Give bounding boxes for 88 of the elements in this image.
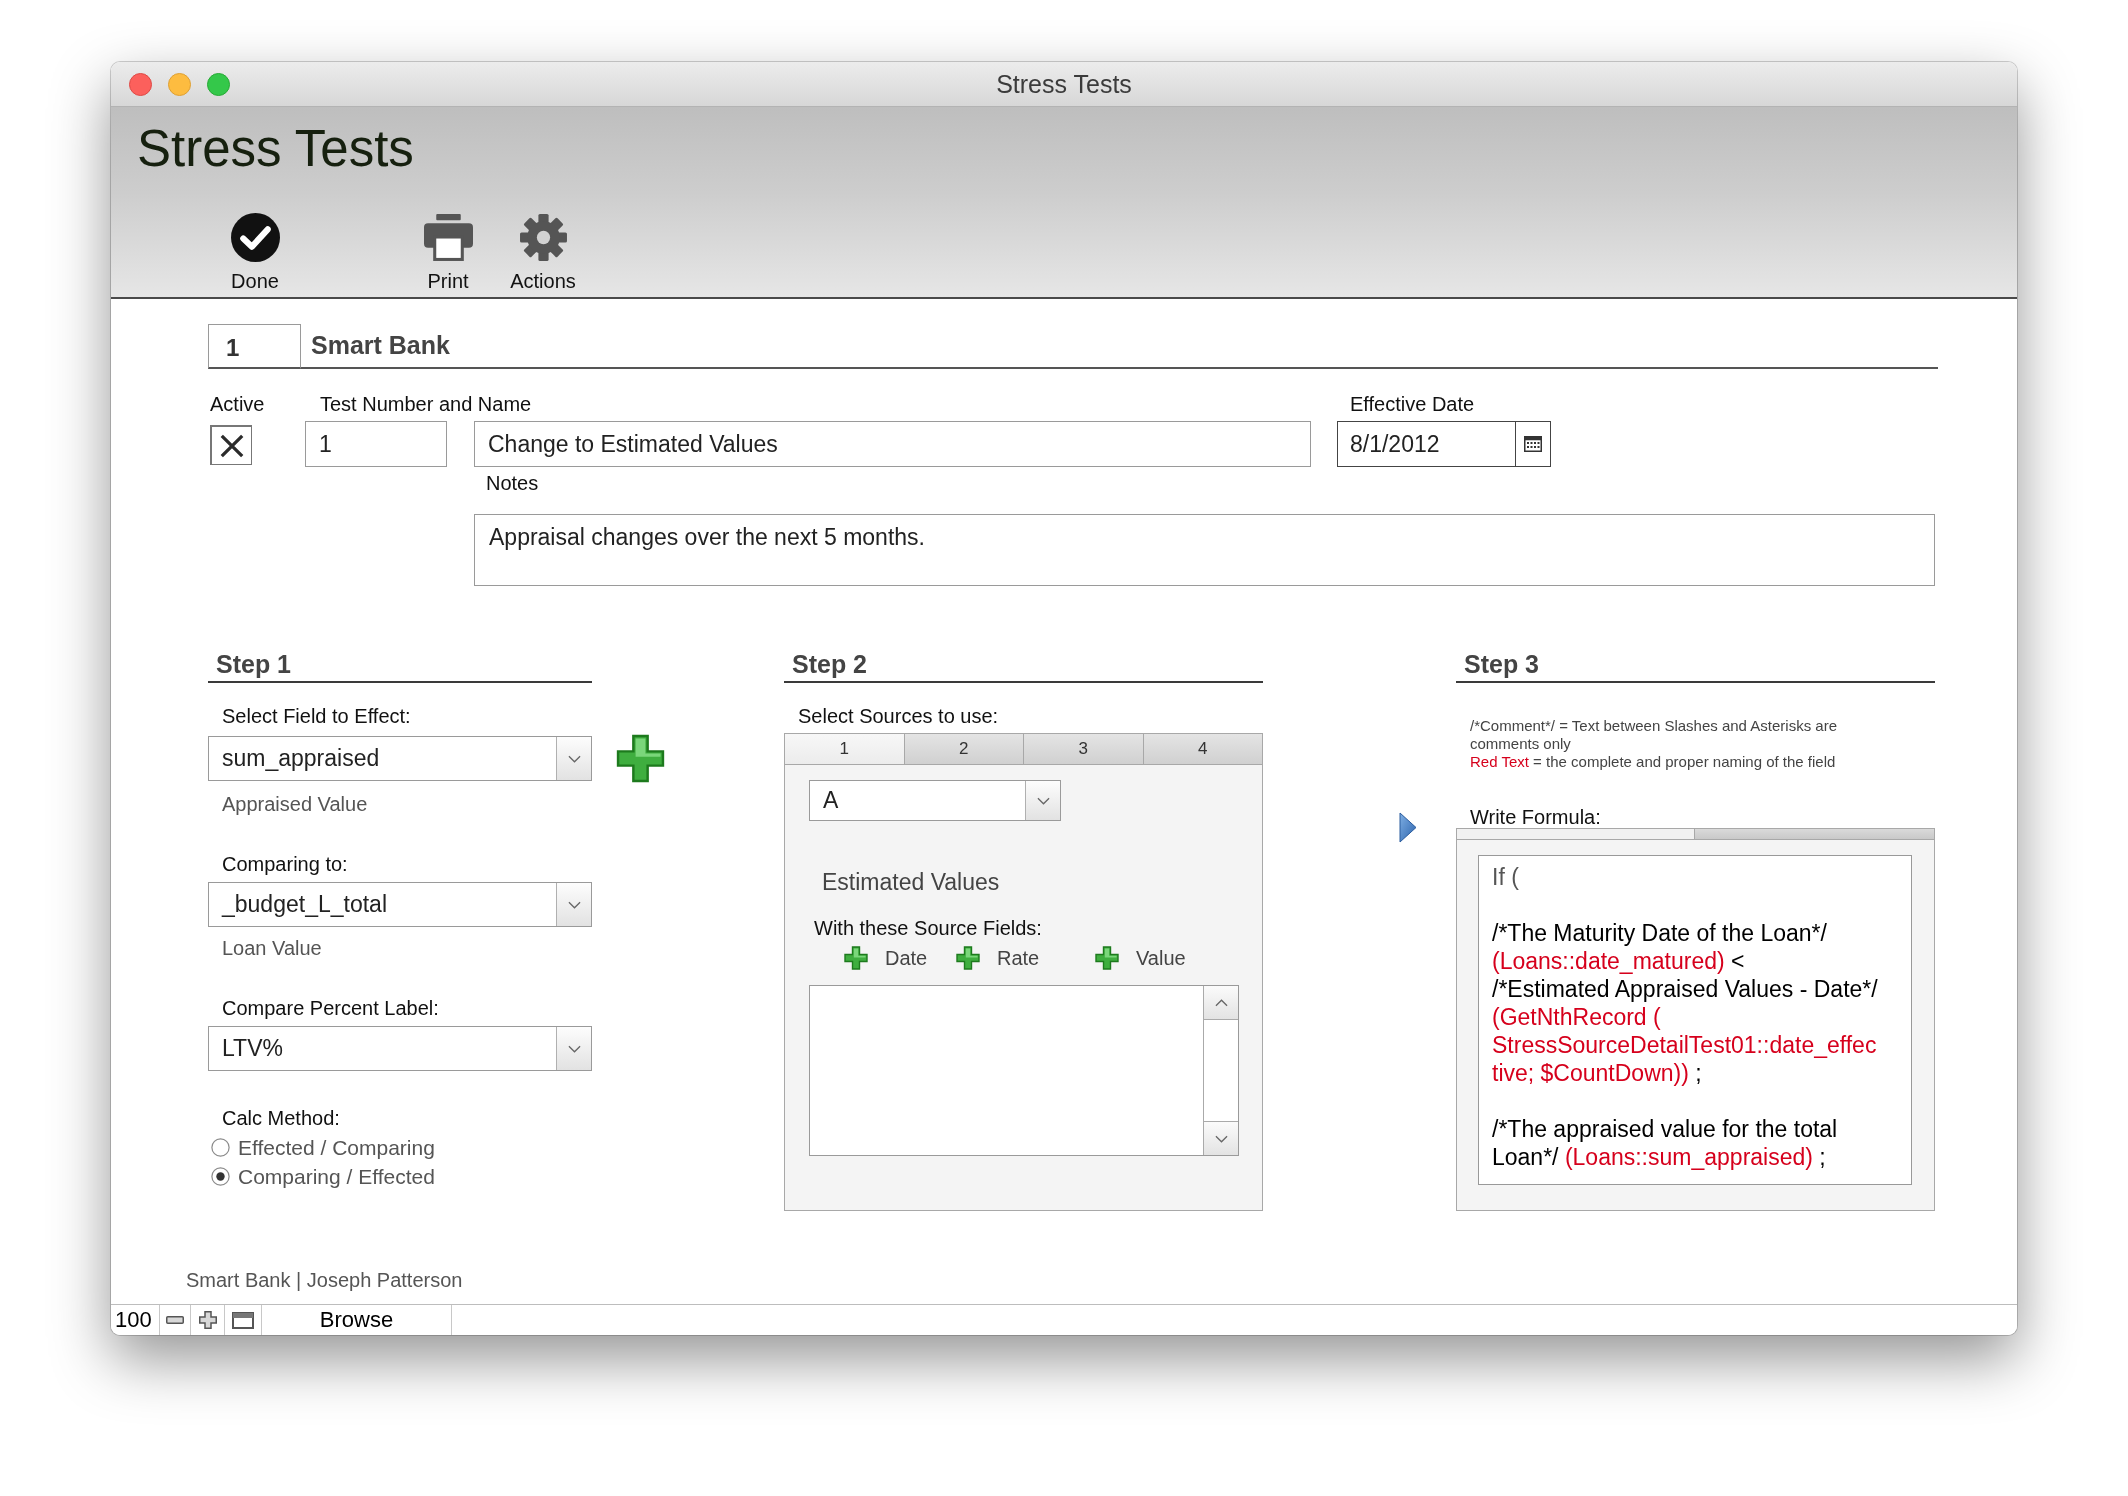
field-label: Notes xyxy=(486,472,539,494)
dropdown-field[interactable]: LTV% xyxy=(208,1026,592,1071)
calendar-icon xyxy=(1524,436,1542,452)
tab[interactable]: 1 xyxy=(785,734,905,764)
scroll-down-button[interactable] xyxy=(1204,1121,1238,1155)
tab[interactable]: 4 xyxy=(1143,734,1262,764)
window-title: Stress Tests xyxy=(996,69,1132,99)
test-name-field[interactable]: Change to Estimated Values xyxy=(474,421,1311,467)
field-label: Comparing to: xyxy=(222,853,348,875)
formula-line: /*Estimated Appraised Values - Date*/ xyxy=(1492,975,1879,1003)
legend-text: Red Text = the complete and proper naming of the field xyxy=(1470,753,1837,771)
formula-line: /*The appraised value for the total xyxy=(1492,1115,1839,1143)
dropdown-field[interactable]: _budget_L_total xyxy=(208,882,592,927)
step-heading: Step 1 xyxy=(216,650,292,678)
footer-text: Smart Bank | Joseph Patterson xyxy=(186,1269,463,1291)
triangle-right-icon xyxy=(1399,812,1417,843)
zoom-level[interactable]: 100 xyxy=(111,1305,160,1335)
field-label: Calc Method: xyxy=(222,1107,340,1129)
cross-icon xyxy=(218,432,245,459)
close-icon[interactable] xyxy=(129,72,152,96)
step-heading: Step 3 xyxy=(1464,650,1540,678)
field-label: Select Field to Effect: xyxy=(222,705,411,727)
active-checkbox[interactable] xyxy=(210,425,252,465)
printer-icon xyxy=(423,213,473,262)
actions-button[interactable]: Actions xyxy=(498,213,588,293)
panel-icon[interactable] xyxy=(232,1311,254,1329)
test-number-field[interactable]: 1 xyxy=(305,421,447,467)
bank-name: Smart Bank xyxy=(311,331,450,360)
step-heading: Step 2 xyxy=(792,650,868,678)
scrollbar[interactable] xyxy=(1203,986,1238,1155)
plus-icon[interactable] xyxy=(1095,946,1119,970)
radio-option[interactable]: Comparing / Effected xyxy=(208,1162,435,1191)
scroll-up-button[interactable] xyxy=(1204,986,1238,1020)
plus-icon[interactable] xyxy=(956,946,980,970)
mode-menu[interactable]: Browse xyxy=(262,1305,452,1335)
minimize-icon[interactable] xyxy=(168,72,191,96)
print-button[interactable]: Print xyxy=(403,213,493,293)
chevron-up-icon xyxy=(1214,998,1228,1007)
chevron-down-icon xyxy=(1214,1134,1228,1143)
formula-line: /*The Maturity Date of the Loan*/ xyxy=(1492,919,1828,947)
list-field[interactable] xyxy=(809,985,1239,1156)
record-number-field[interactable]: 1 xyxy=(208,324,301,369)
formula-line: tive; $CountDown)) ; xyxy=(1492,1059,1703,1087)
source-name: Estimated Values xyxy=(822,869,1000,895)
done-button[interactable]: Done xyxy=(210,213,300,293)
formula-field[interactable] xyxy=(1478,855,1912,1185)
field-label: Test Number and Name xyxy=(320,393,532,415)
notes-field[interactable]: Appraisal changes over the next 5 months. xyxy=(474,514,1935,586)
radio-option[interactable]: Effected / Comparing xyxy=(208,1133,435,1162)
plus-icon[interactable] xyxy=(844,946,868,970)
gear-icon xyxy=(518,213,568,262)
field-label: With these Source Fields: xyxy=(814,917,1042,939)
chevron-down-icon xyxy=(1036,796,1050,805)
dropdown-button[interactable] xyxy=(556,1027,591,1070)
formula-line: (Loans::date_matured) < xyxy=(1492,947,1746,975)
plus-icon[interactable] xyxy=(198,1311,217,1329)
dropdown-button[interactable] xyxy=(556,737,591,780)
legend-text: /*Comment*/ = Text between Slashes and Asterisks are comments only xyxy=(1470,717,1838,753)
plus-icon[interactable] xyxy=(616,734,665,783)
formula-line: StressSourceDetailTest01::date_effec xyxy=(1492,1031,1878,1059)
tab[interactable] xyxy=(1695,829,1934,839)
field-caption: Appraised Value xyxy=(222,793,368,815)
dropdown-button[interactable] xyxy=(556,883,591,926)
dropdown-field[interactable]: A xyxy=(809,780,1061,821)
tab[interactable]: 2 xyxy=(904,734,1024,764)
source-field-label: Value xyxy=(1136,946,1186,970)
chevron-down-icon xyxy=(567,754,581,763)
source-field-label: Date xyxy=(885,946,928,970)
field-caption: Loan Value xyxy=(222,937,322,959)
formula-line: (GetNthRecord ( xyxy=(1492,1003,1662,1031)
field-label: Compare Percent Label: xyxy=(222,997,439,1019)
checkmark-circle-icon xyxy=(230,213,280,262)
field-label: Write Formula: xyxy=(1470,806,1601,828)
minus-icon[interactable] xyxy=(166,1316,184,1324)
tab[interactable]: 3 xyxy=(1024,734,1144,764)
formula-line: Loan*/ (Loans::sum_appraised) ; xyxy=(1492,1143,1827,1171)
date-field[interactable]: 8/1/2012 xyxy=(1337,421,1551,467)
chevron-down-icon xyxy=(567,1044,581,1053)
formula-line: If ( xyxy=(1492,863,1520,891)
field-label: Select Sources to use: xyxy=(798,705,999,727)
field-label: Active xyxy=(210,393,265,415)
chevron-down-icon xyxy=(567,900,581,909)
dropdown-field[interactable]: sum_appraised xyxy=(208,736,592,781)
layout-title: Stress Tests xyxy=(137,120,414,177)
field-label: Effective Date xyxy=(1350,393,1475,415)
dropdown-button[interactable] xyxy=(1025,781,1060,820)
source-field-label: Rate xyxy=(997,946,1040,970)
maximize-icon[interactable] xyxy=(207,72,230,96)
